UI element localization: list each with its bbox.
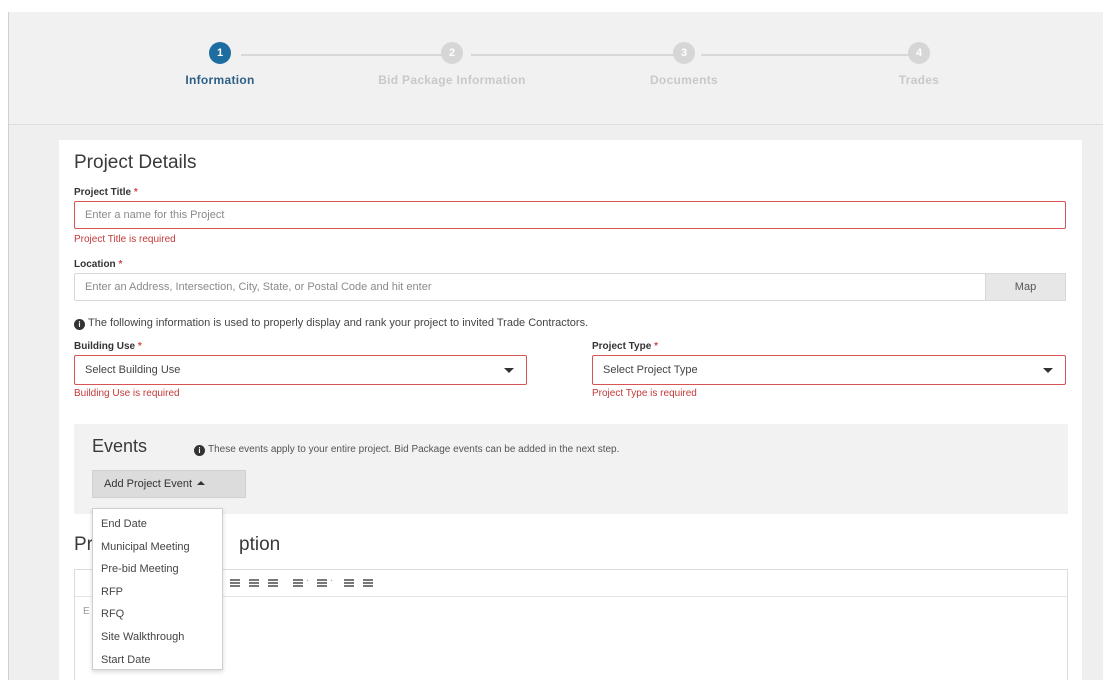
align-center-icon[interactable]	[230, 579, 240, 587]
project-type-label: Project Type *	[592, 341, 658, 352]
project-title-label: Project Title *	[74, 187, 138, 198]
project-event-menu: End Date Municipal Meeting Pre-bid Meeti…	[92, 508, 223, 670]
section-title: Project Details	[74, 152, 197, 173]
progress-stepper: 1 Information 2 Bid Package Information …	[9, 12, 1103, 125]
outdent-icon[interactable]	[344, 579, 354, 587]
numbered-list-icon[interactable]	[317, 579, 327, 587]
location-input[interactable]: Enter an Address, Intersection, City, St…	[74, 273, 986, 301]
map-button[interactable]: Map	[985, 273, 1066, 301]
step-label: Trades	[898, 73, 940, 87]
step-label: Information	[185, 73, 255, 87]
project-type-select[interactable]: Select Project Type	[592, 355, 1066, 385]
chevron-down-icon	[1043, 368, 1053, 373]
step-label: Bid Package Information	[378, 73, 526, 87]
menu-item-start-date[interactable]: Start Date	[93, 649, 222, 672]
indent-icon[interactable]	[363, 579, 373, 587]
events-title: Events	[92, 436, 148, 456]
menu-item-municipal-meeting[interactable]: Municipal Meeting	[93, 536, 222, 559]
step-number: 2	[441, 42, 463, 64]
info-icon: i	[74, 319, 85, 330]
chevron-down-icon	[504, 368, 514, 373]
info-message: i The following information is used to pr…	[74, 317, 588, 330]
step-trades[interactable]: 4 Trades	[819, 42, 1019, 87]
step-bid-package-information[interactable]: 2 Bid Package Information	[352, 42, 552, 87]
step-information[interactable]: 1 Information	[120, 42, 320, 87]
menu-item-end-date[interactable]: End Date	[93, 513, 222, 536]
project-title-input[interactable]: Enter a name for this Project	[74, 201, 1066, 229]
chevron-down-icon[interactable]: ·	[306, 575, 309, 586]
align-right-icon[interactable]	[249, 579, 259, 587]
building-use-label: Building Use *	[74, 341, 142, 352]
building-use-select[interactable]: Select Building Use	[74, 355, 527, 385]
menu-item-site-walkthrough[interactable]: Site Walkthrough	[93, 626, 222, 649]
events-note: i These events apply to your entire proje…	[194, 444, 619, 456]
bullet-list-icon[interactable]	[293, 579, 303, 587]
location-label: Location *	[74, 259, 123, 270]
step-label: Documents	[649, 73, 719, 87]
chevron-down-icon[interactable]: ·	[330, 575, 333, 586]
align-justify-icon[interactable]	[268, 579, 278, 587]
menu-item-pre-bid-meeting[interactable]: Pre-bid Meeting	[93, 558, 222, 581]
project-title-error: Project Title is required	[74, 234, 176, 245]
step-number: 1	[209, 42, 231, 64]
project-type-error: Project Type is required	[592, 388, 697, 399]
info-icon: i	[194, 445, 205, 456]
step-documents[interactable]: 3 Documents	[584, 42, 784, 87]
menu-item-rfp[interactable]: RFP	[93, 581, 222, 604]
step-number: 4	[908, 42, 930, 64]
caret-up-icon	[197, 481, 206, 485]
building-use-error: Building Use is required	[74, 388, 180, 399]
app-frame: 1 Information 2 Bid Package Information …	[8, 12, 1103, 680]
menu-item-rfq[interactable]: RFQ	[93, 603, 222, 626]
events-section: Events i These events apply to your entir…	[74, 424, 1068, 514]
step-number: 3	[673, 42, 695, 64]
editor-toolbar: · ·	[75, 570, 1067, 597]
add-project-event-button[interactable]: Add Project Event	[92, 470, 246, 498]
editor-placeholder: E	[83, 606, 90, 617]
description-editor[interactable]: · · E	[74, 569, 1068, 680]
